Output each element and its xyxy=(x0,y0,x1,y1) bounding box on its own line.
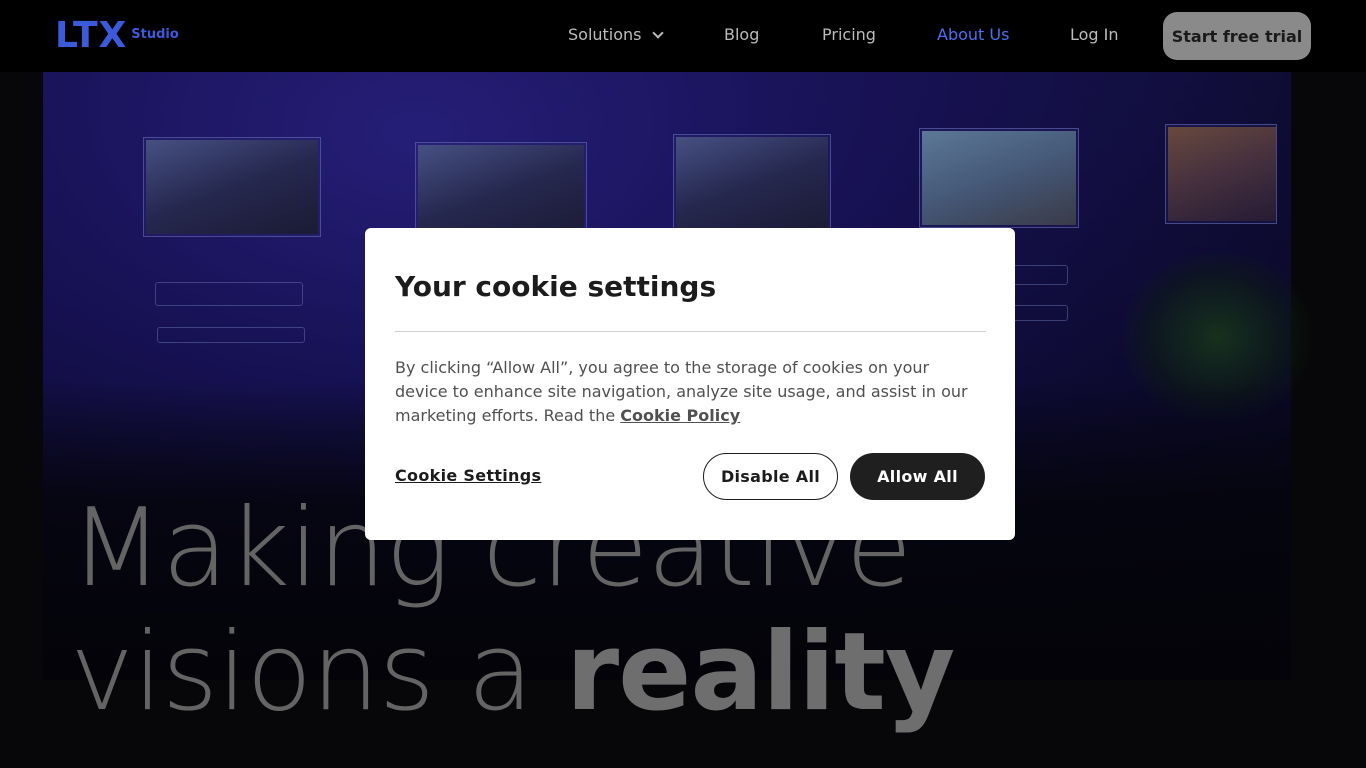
nav-log-in[interactable]: Log In xyxy=(1070,25,1119,45)
cookie-policy-link[interactable]: Cookie Policy xyxy=(620,406,740,425)
nav-pricing[interactable]: Pricing xyxy=(822,25,876,45)
stage-screen xyxy=(143,137,321,237)
screen-image xyxy=(418,145,584,239)
dialog-divider xyxy=(395,331,986,332)
allow-all-button[interactable]: Allow All xyxy=(850,453,985,500)
dialog-body: By clicking “Allow All”, you agree to th… xyxy=(395,356,975,428)
screen-image xyxy=(676,137,828,231)
stage-screen xyxy=(673,134,831,234)
stage-screen xyxy=(1165,124,1277,224)
headline-line-2-prefix: visions a xyxy=(70,610,533,735)
nav-solutions[interactable]: Solutions xyxy=(568,25,664,45)
stage-panel xyxy=(155,282,303,306)
screen-image xyxy=(1168,127,1276,221)
nav-solutions-label: Solutions xyxy=(568,25,642,44)
headline-emphasis: reality xyxy=(565,610,955,735)
stage-screen xyxy=(415,142,587,242)
stage-panel xyxy=(157,327,305,343)
stage-screen xyxy=(919,128,1079,228)
start-free-trial-button[interactable]: Start free trial xyxy=(1163,12,1311,60)
dialog-title: Your cookie settings xyxy=(395,270,717,303)
chevron-down-icon xyxy=(651,27,664,39)
ltx-studio-logo[interactable]: LTX Studio xyxy=(55,18,179,54)
cookie-settings-dialog: Your cookie settings By clicking “Allow … xyxy=(365,228,1015,540)
nav-about-us[interactable]: About Us xyxy=(937,25,1009,45)
nav-blog[interactable]: Blog xyxy=(724,25,759,45)
logo-subtitle: Studio xyxy=(131,27,179,42)
screen-image xyxy=(922,131,1076,225)
cookie-settings-link[interactable]: Cookie Settings xyxy=(395,466,541,485)
site-header: LTX Studio Solutions Blog Pricing About … xyxy=(0,0,1366,72)
headline-line-2: visions a reality xyxy=(70,610,955,735)
disable-all-button[interactable]: Disable All xyxy=(703,453,838,500)
logo-mark: LTX xyxy=(55,15,128,56)
screen-image xyxy=(146,140,318,234)
